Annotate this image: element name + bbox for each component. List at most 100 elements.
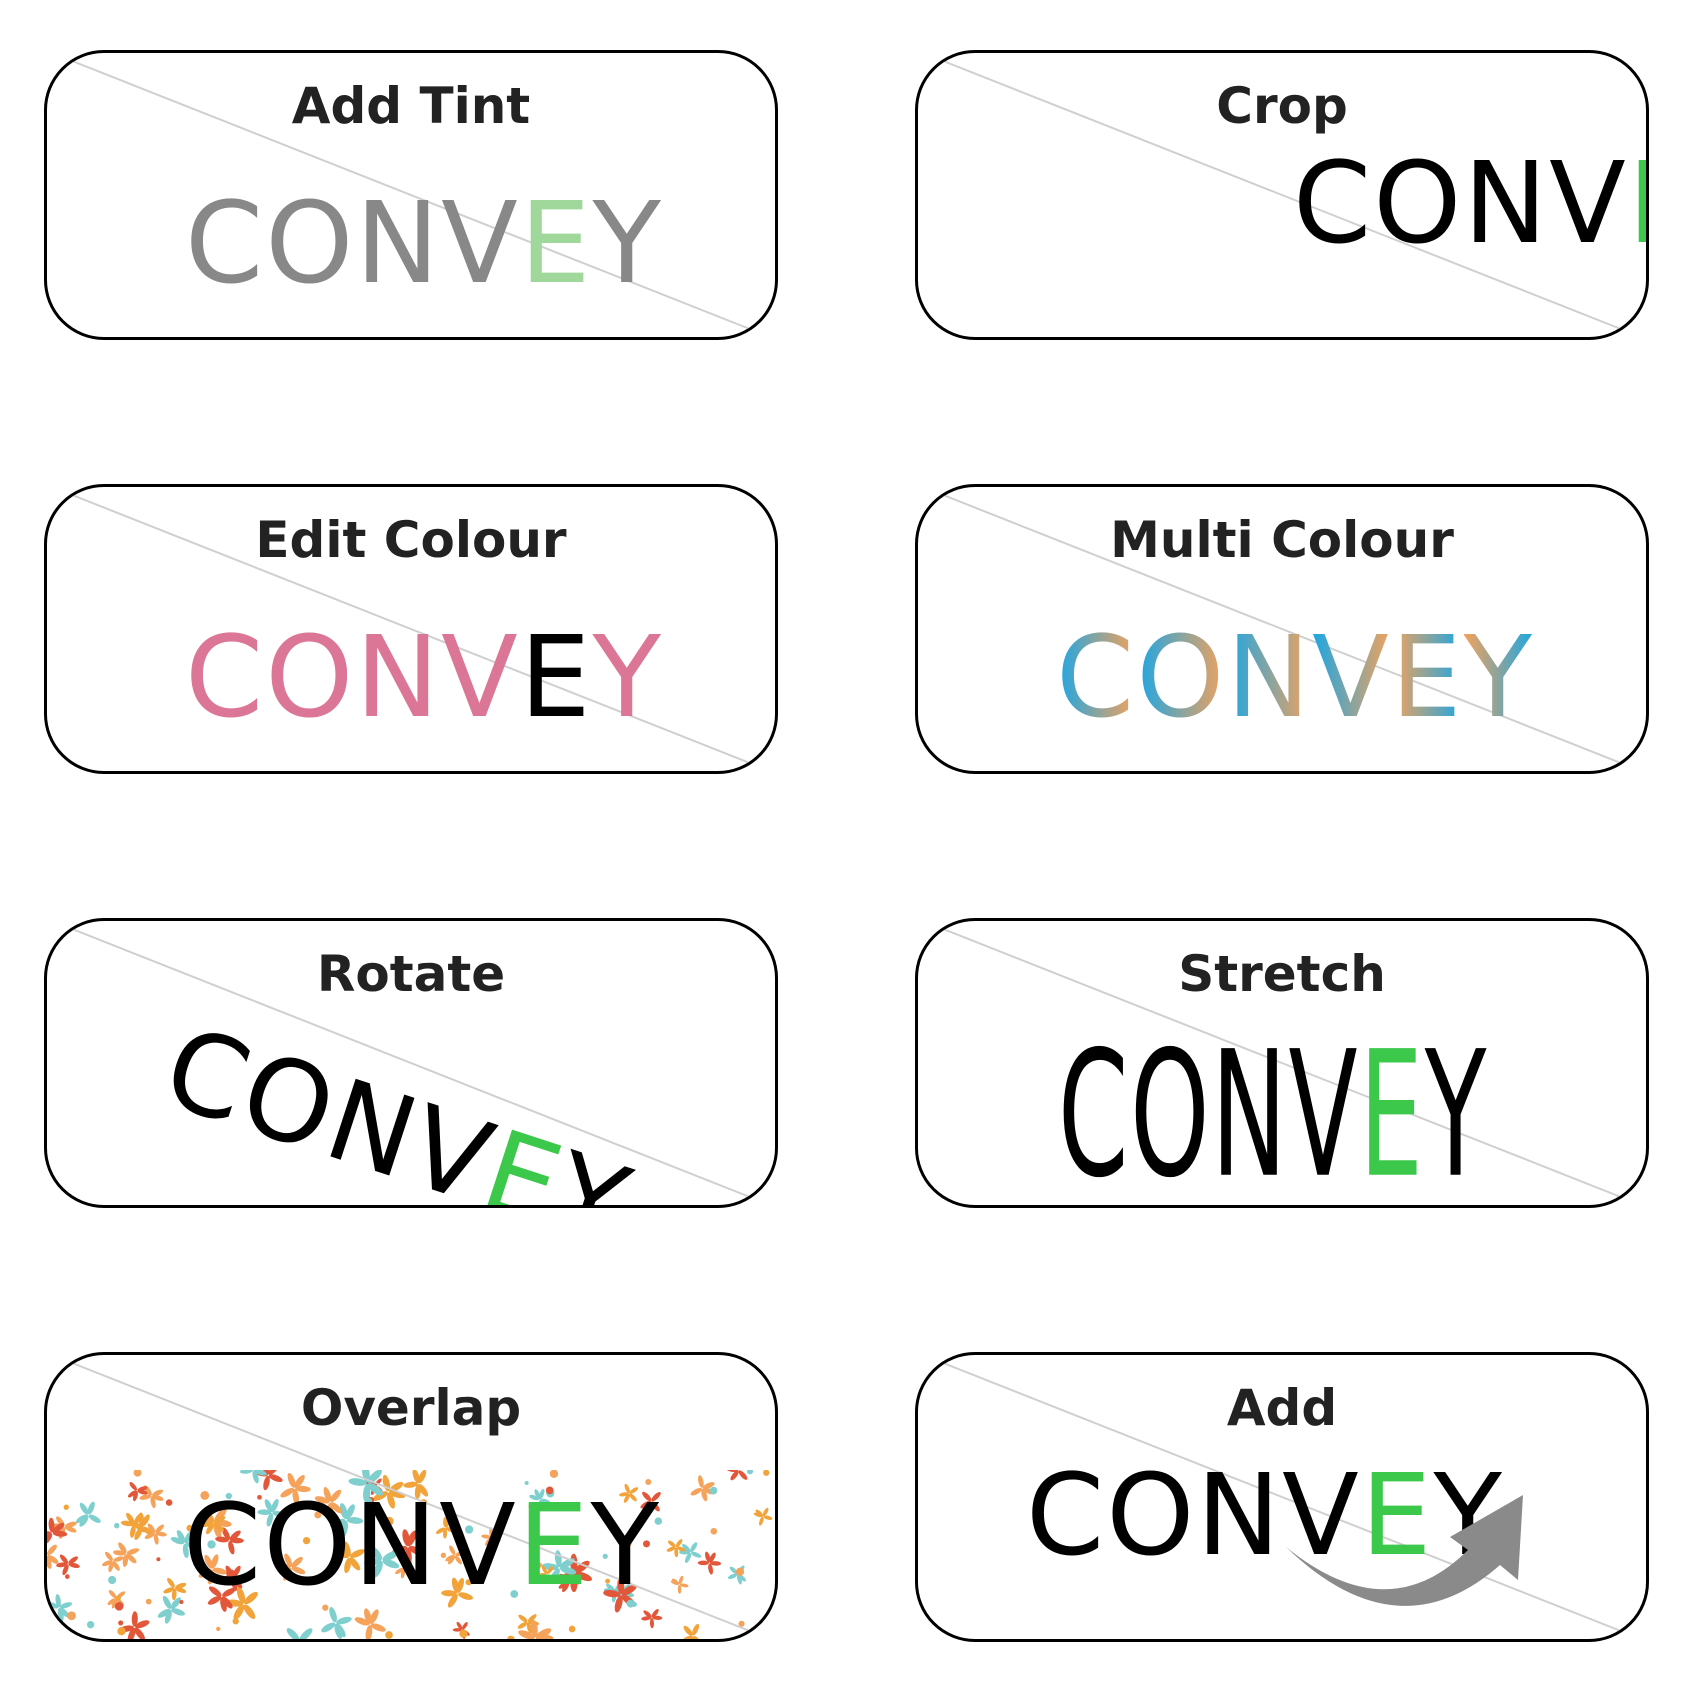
dot bbox=[709, 1486, 718, 1495]
card-add-tint: Add Tint CONVEY bbox=[44, 50, 778, 340]
card-title: Add bbox=[1226, 1379, 1338, 1437]
letter-y: Y bbox=[592, 179, 663, 309]
card-title: Stretch bbox=[1178, 945, 1386, 1003]
letter-n: N bbox=[1226, 613, 1313, 743]
dot bbox=[165, 1499, 173, 1506]
letter-v: V bbox=[1312, 613, 1391, 743]
letter-e: E bbox=[1359, 1015, 1425, 1208]
flower bbox=[157, 1595, 185, 1624]
flower bbox=[666, 1539, 686, 1558]
dot bbox=[507, 1635, 515, 1639]
letter-o: O bbox=[1136, 613, 1227, 743]
dot bbox=[232, 1618, 239, 1625]
card-multi-colour: Multi Colour CONVEY bbox=[915, 484, 1649, 774]
card-add: Add CONVEY bbox=[915, 1352, 1649, 1642]
letter-o: O bbox=[265, 179, 356, 309]
letter-o: O bbox=[263, 1481, 354, 1611]
flower bbox=[753, 1507, 773, 1526]
letter-e: E bbox=[519, 613, 593, 743]
flower bbox=[354, 1608, 386, 1639]
letter-e: E bbox=[1390, 613, 1464, 743]
letter-n: N bbox=[1463, 139, 1550, 269]
letter-c: C bbox=[185, 179, 266, 309]
card-title: Multi Colour bbox=[1110, 511, 1454, 569]
flower bbox=[56, 1554, 80, 1576]
card-title: Crop bbox=[1216, 77, 1348, 135]
flower bbox=[118, 1611, 150, 1639]
dot bbox=[67, 1611, 76, 1621]
dot bbox=[549, 1470, 559, 1478]
dot bbox=[133, 1470, 142, 1477]
dot bbox=[64, 1574, 70, 1579]
letter-v: V bbox=[1288, 1015, 1360, 1208]
dot bbox=[114, 1522, 120, 1529]
dot bbox=[459, 1629, 468, 1638]
letter-y: Y bbox=[590, 1481, 661, 1611]
card-title: Rotate bbox=[316, 945, 506, 1003]
flower bbox=[670, 1575, 689, 1594]
letter-n: N bbox=[353, 1481, 440, 1611]
letter-v: V bbox=[439, 1481, 518, 1611]
letter-o: O bbox=[1106, 1451, 1197, 1581]
card-stretch: Stretch CONVEY bbox=[915, 918, 1649, 1208]
letter-c: C bbox=[1058, 1015, 1131, 1208]
flower bbox=[47, 1517, 68, 1546]
convey-word: CONVEY bbox=[150, 1002, 645, 1205]
dot bbox=[114, 1602, 124, 1611]
letter-e: E bbox=[1628, 148, 1646, 260]
letter-o: O bbox=[1130, 1015, 1212, 1208]
dot bbox=[156, 1557, 161, 1562]
convey-word: CONVEY bbox=[183, 1490, 661, 1602]
letter-c: C bbox=[1293, 139, 1374, 269]
curved-arrow-icon bbox=[1286, 1495, 1523, 1606]
letter-c: C bbox=[183, 1481, 264, 1611]
letter-c: C bbox=[185, 613, 266, 743]
dot bbox=[86, 1620, 95, 1629]
letter-e: E bbox=[519, 179, 593, 309]
letter-v: V bbox=[1549, 139, 1628, 269]
card-rotate: Rotate CONVEY bbox=[44, 918, 778, 1208]
letter-y: Y bbox=[592, 613, 663, 743]
flower bbox=[697, 1551, 722, 1575]
letter-n: N bbox=[355, 613, 442, 743]
flower bbox=[679, 1542, 702, 1563]
dot bbox=[568, 1625, 576, 1633]
dot bbox=[145, 1598, 152, 1605]
convey-word: CONVEY bbox=[1056, 622, 1534, 734]
dot bbox=[115, 1595, 122, 1601]
card-title: Overlap bbox=[300, 1379, 522, 1437]
letter-v: V bbox=[441, 179, 520, 309]
flower bbox=[321, 1607, 352, 1639]
letter-c: C bbox=[1026, 1451, 1107, 1581]
card-crop: Crop CONVE bbox=[915, 50, 1649, 340]
dot bbox=[118, 1620, 124, 1626]
flower bbox=[282, 1628, 313, 1639]
letter-e: E bbox=[517, 1481, 591, 1611]
card-edit-colour: Edit Colour CONVEY bbox=[44, 484, 778, 774]
letter-n: N bbox=[355, 179, 442, 309]
flower bbox=[726, 1470, 748, 1481]
convey-word: CONVEY bbox=[185, 188, 663, 300]
flower bbox=[75, 1501, 101, 1527]
letter-o: O bbox=[1373, 139, 1464, 269]
convey-word: CONVE bbox=[1293, 139, 1646, 269]
dot bbox=[746, 1470, 754, 1475]
dot bbox=[66, 1631, 72, 1637]
dot bbox=[108, 1575, 117, 1585]
convey-word: CONVEY bbox=[185, 622, 663, 734]
dot bbox=[243, 1640, 249, 1642]
letter-o: O bbox=[265, 613, 356, 743]
dot bbox=[216, 1626, 221, 1632]
letter-n: N bbox=[1196, 1451, 1283, 1581]
letter-v: V bbox=[441, 613, 520, 743]
letter-n: N bbox=[1211, 1015, 1289, 1208]
card-overlap: Overlap CONVEY bbox=[44, 1352, 778, 1642]
dot bbox=[385, 1631, 393, 1639]
letter-c: C bbox=[1056, 613, 1137, 743]
dot bbox=[738, 1620, 745, 1627]
letter-y: Y bbox=[1424, 1015, 1489, 1208]
letter-y: Y bbox=[1463, 613, 1534, 743]
dot bbox=[63, 1504, 69, 1510]
card-title: Edit Colour bbox=[255, 511, 567, 569]
flower bbox=[727, 1565, 747, 1585]
